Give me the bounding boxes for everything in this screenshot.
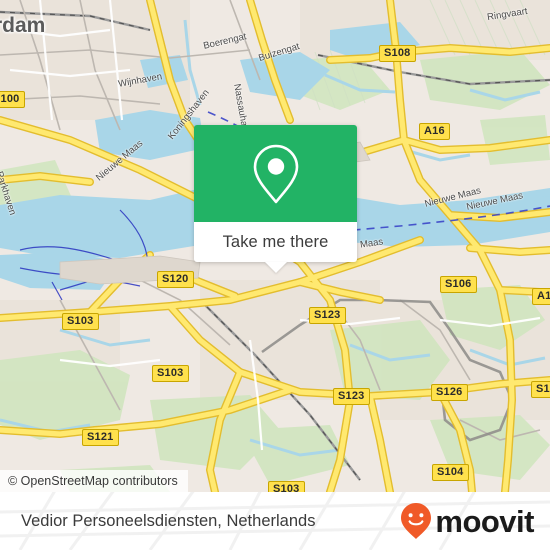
callout-pointer [264,262,287,273]
road-shield[interactable]: S106 [440,276,477,293]
road-shield[interactable]: S108 [379,45,416,62]
road-shield[interactable]: S103 [268,481,305,492]
road-shield[interactable]: S123 [333,388,370,405]
road-shield[interactable]: S105 [531,381,550,398]
map-pin-icon [253,144,298,203]
location-callout[interactable]: Take me there [194,125,357,273]
moovit-pin-icon [401,503,432,539]
moovit-wordmark: moovit [435,503,534,539]
road-shield[interactable]: S103 [152,365,189,382]
road-shield[interactable]: S126 [431,384,468,401]
road-shield[interactable]: S123 [309,307,346,324]
callout-icon-panel [194,125,357,222]
footer-bar: Vedior Personeelsdiensten, Netherlands m… [0,492,550,550]
moovit-logo[interactable]: moovit [398,501,534,541]
road-shield[interactable]: S100 [0,91,25,108]
road-shield[interactable]: A16 [419,123,450,140]
road-shield[interactable]: S103 [62,313,99,330]
road-shield[interactable]: S121 [82,429,119,446]
road-shield[interactable]: S120 [157,271,194,288]
place-title: Vedior Personeelsdiensten, Netherlands [21,511,316,530]
road-shield[interactable]: A16 [532,288,550,305]
road-shield[interactable]: S104 [432,464,469,481]
place-label-rotterdam: rdam [0,14,46,37]
take-me-there-label: Take me there [222,232,329,251]
moovit-map-screenshot: rdam Boerengat Buizengat Wijnhaven Nassa… [0,0,550,550]
callout-action-bar[interactable]: Take me there [194,222,357,273]
osm-attribution[interactable]: © OpenStreetMap contributors [0,470,188,492]
